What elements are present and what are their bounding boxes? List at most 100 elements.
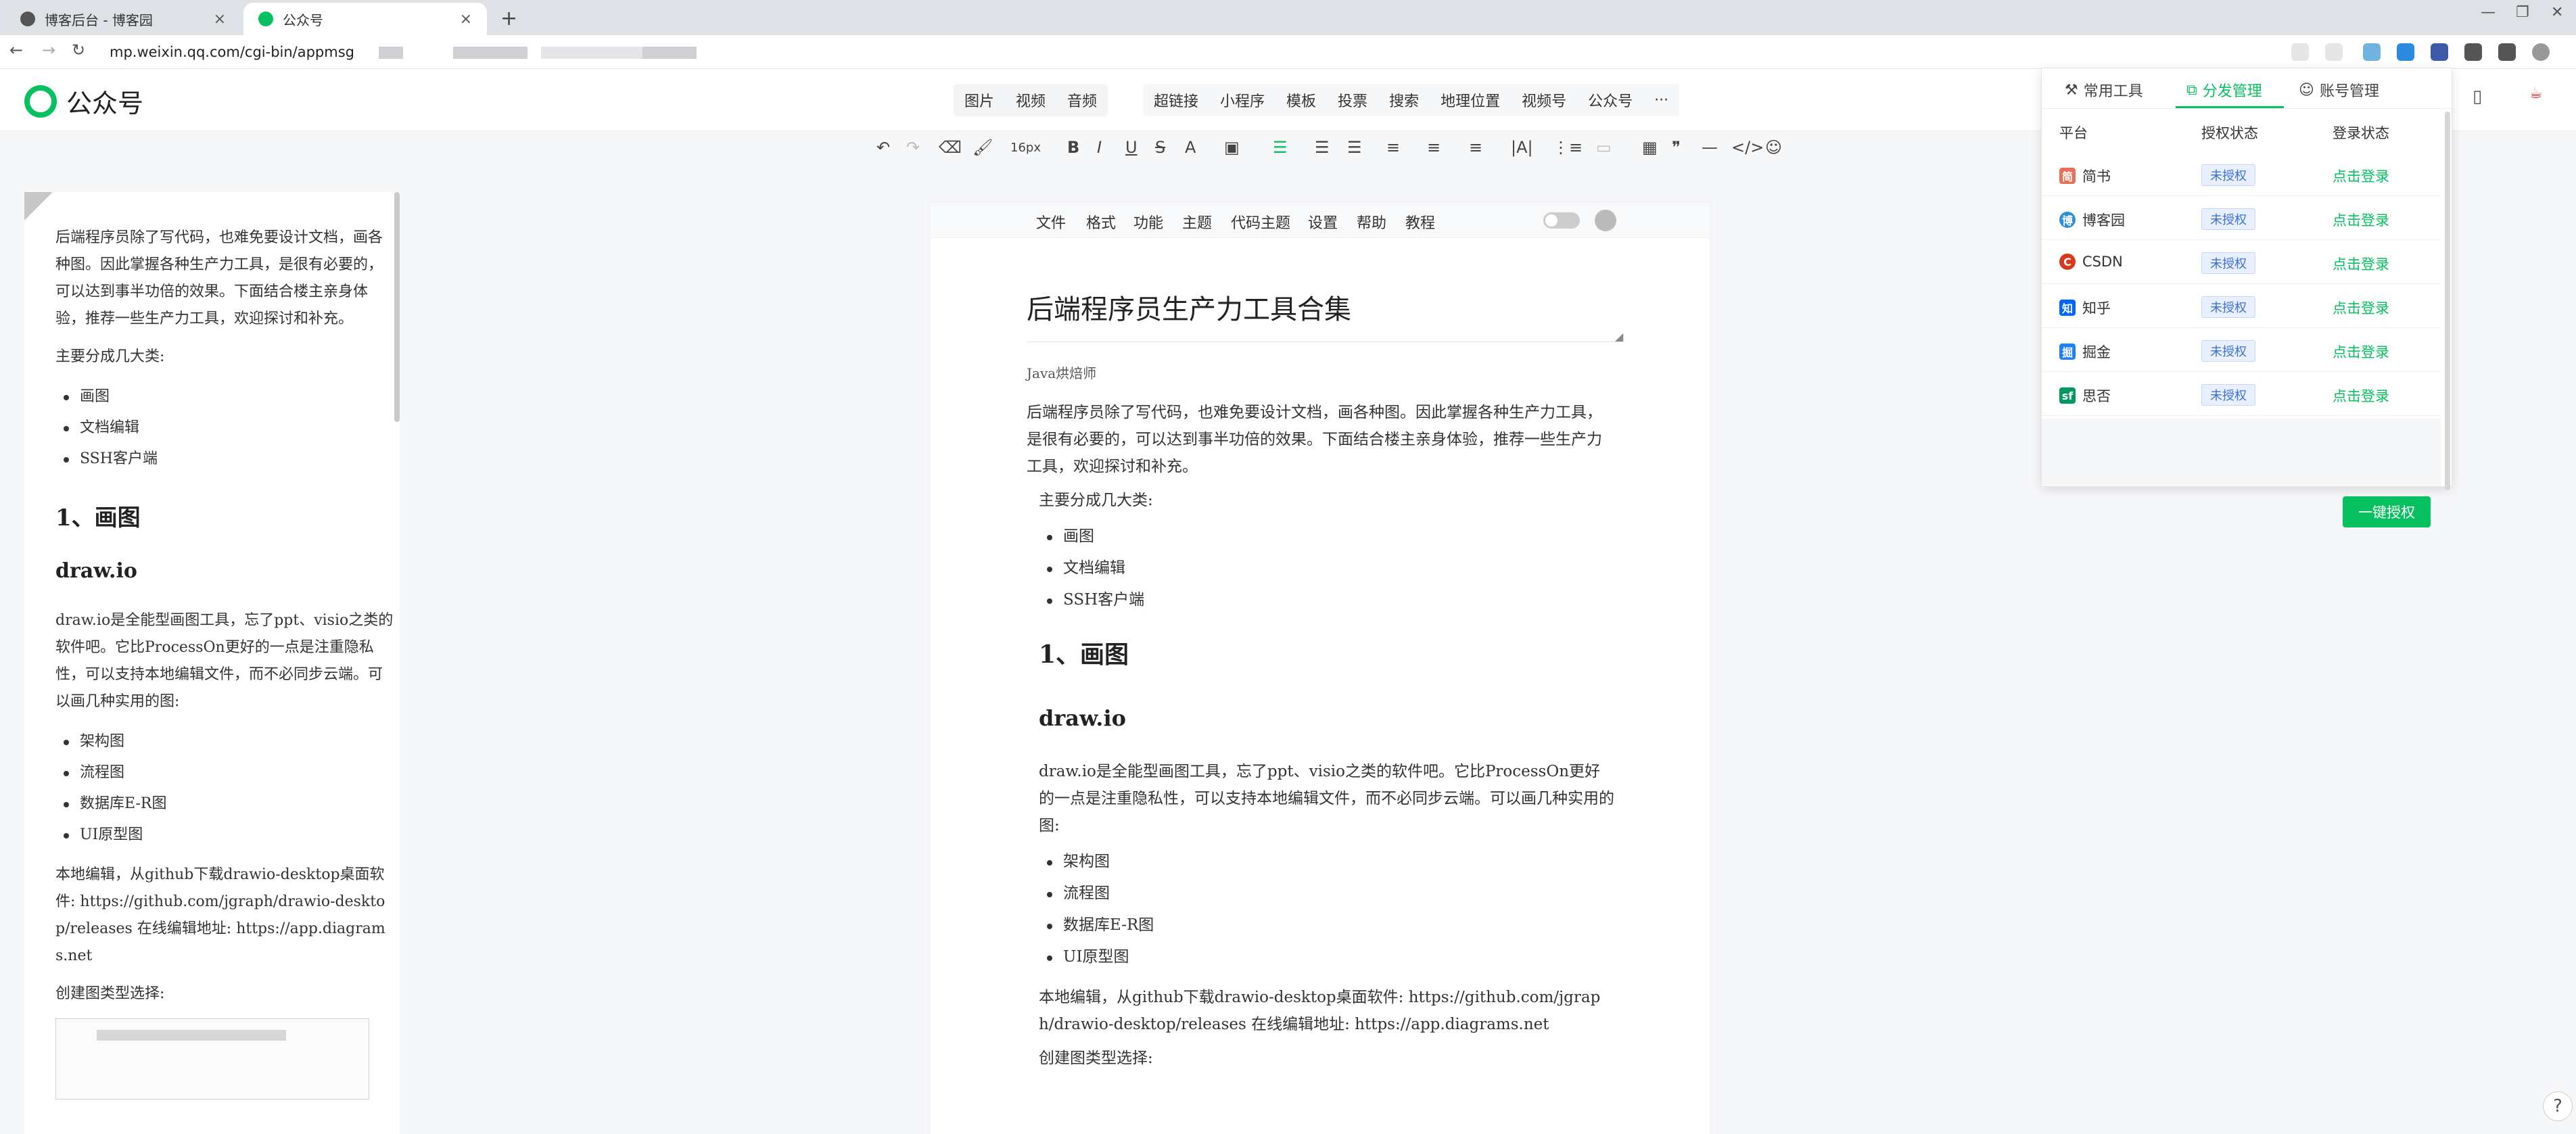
insert-miniprogram-button[interactable]: 小程序 — [1209, 89, 1275, 111]
line-height-icon[interactable]: ≡ — [1386, 138, 1400, 157]
insert-channels-button[interactable]: 视频号 — [1511, 89, 1577, 111]
author-field[interactable]: Java烘焙师 — [1027, 362, 1096, 382]
close-tab-icon[interactable]: × — [460, 11, 472, 28]
menu-help[interactable]: 帮助 — [1357, 211, 1386, 233]
profile-icon[interactable] — [2532, 43, 2550, 61]
insert-location-button[interactable]: 地理位置 — [1430, 89, 1511, 111]
extension-icon[interactable] — [2363, 43, 2381, 61]
menu-tutorial[interactable]: 教程 — [1405, 211, 1435, 233]
login-link[interactable]: 点击登录 — [2333, 254, 2389, 274]
minimize-icon[interactable]: — — [2481, 4, 2496, 21]
url-field[interactable]: mp.weixin.qq.com/cgi-bin/appmsg — [110, 39, 354, 65]
bookmark-star-icon[interactable] — [2325, 43, 2343, 61]
more-insert-button[interactable]: ··· — [1643, 92, 1679, 109]
platform-name: 博客园 — [2082, 212, 2125, 229]
list-item: 文档编辑 — [1039, 552, 1615, 584]
preview-categories-title: 主要分成几大类: — [55, 348, 165, 365]
login-link[interactable]: 点击登录 — [2333, 210, 2389, 230]
wrench-icon: ⚒ — [2065, 81, 2078, 99]
align-left-icon[interactable]: ☰ — [1273, 138, 1288, 157]
login-link[interactable]: 点击登录 — [2333, 298, 2389, 318]
one-click-authorize-button[interactable]: 一键授权 — [2343, 496, 2431, 527]
menu-function[interactable]: 功能 — [1133, 211, 1163, 233]
tab-common-tools[interactable]: ⚒ 常用工具 — [2065, 79, 2143, 101]
back-icon[interactable]: ← — [9, 41, 23, 60]
extensions-puzzle-icon[interactable] — [2464, 43, 2482, 61]
insert-account-button[interactable]: 公众号 — [1577, 89, 1643, 111]
undo-icon[interactable]: ↶ — [876, 138, 890, 157]
preview-intro: 后端程序员除了写代码，也难免要设计文档，画各种图。因此掌握各种生产力工具，是很有… — [55, 229, 383, 327]
java-icon[interactable]: ☕ — [2529, 85, 2543, 102]
tab-account[interactable]: ☺ 账号管理 — [2299, 79, 2379, 101]
tab-label: 分发管理 — [2202, 83, 2262, 100]
insert-audio-button[interactable]: 音频 — [1056, 89, 1108, 111]
new-tab-button[interactable]: + — [500, 7, 517, 30]
underline-icon[interactable]: U — [1125, 138, 1138, 157]
menu-file[interactable]: 文件 — [1036, 211, 1066, 233]
resize-handle-icon[interactable]: ◢ — [1615, 330, 1623, 343]
font-color-icon[interactable]: A — [1185, 138, 1196, 157]
help-icon[interactable]: ? — [2543, 1091, 2573, 1121]
avatar[interactable] — [1595, 210, 1616, 231]
platform-cell: 博博客园 — [2059, 210, 2125, 230]
align-center-icon[interactable]: ☰ — [1315, 138, 1330, 157]
login-link[interactable]: 点击登录 — [2333, 166, 2389, 186]
phone-preview-icon[interactable]: ▯ — [2473, 87, 2482, 107]
redo-icon[interactable]: ↷ — [906, 138, 920, 157]
insert-search-button[interactable]: 搜索 — [1378, 89, 1430, 111]
letter-spacing-icon[interactable]: |A| — [1511, 138, 1533, 157]
preview-scrollbar[interactable] — [394, 192, 400, 422]
close-window-icon[interactable]: ✕ — [2551, 4, 2563, 21]
close-tab-icon[interactable]: × — [214, 11, 226, 28]
background-color-icon[interactable]: ▣ — [1224, 138, 1240, 157]
list-indent-icon[interactable]: ≡ — [1469, 138, 1482, 157]
table-icon[interactable]: ▦ — [1642, 138, 1658, 157]
redacted-area — [642, 47, 697, 59]
format-painter-icon[interactable]: 🖌 — [973, 138, 993, 157]
insert-template-button[interactable]: 模板 — [1275, 89, 1327, 111]
insert-link-button[interactable]: 超链接 — [1143, 89, 1209, 111]
article-title-input[interactable]: 后端程序员生产力工具合集 — [1027, 287, 1635, 327]
bold-icon[interactable]: B — [1067, 138, 1079, 157]
menu-settings[interactable]: 设置 — [1308, 211, 1338, 233]
theme-toggle[interactable] — [1543, 212, 1580, 229]
divider-icon[interactable]: — — [1702, 138, 1718, 157]
forward-icon[interactable]: → — [42, 41, 55, 60]
editor-body[interactable]: 后端程序员除了写代码，也难免要设计文档，画各种图。因此掌握各种生产力工具，是很有… — [1027, 399, 1615, 1079]
paragraph-spacing-icon[interactable]: ≡ — [1427, 138, 1441, 157]
side-panel-icon[interactable] — [2498, 43, 2516, 61]
preview-panel[interactable]: 后端程序员除了写代码，也难免要设计文档，画各种图。因此掌握各种生产力工具，是很有… — [24, 192, 400, 1134]
list-item: 架构图 — [1039, 846, 1615, 878]
menu-format[interactable]: 格式 — [1086, 211, 1116, 233]
reload-icon[interactable]: ↻ — [72, 41, 85, 60]
indent-icon[interactable]: ☰ — [1347, 138, 1362, 157]
preview-download: 本地编辑，从github下载drawio-desktop桌面软件: https:… — [55, 866, 385, 964]
tab-distribution[interactable]: ⧉ 分发管理 — [2176, 79, 2284, 108]
clear-format-icon[interactable]: ⌫ — [939, 138, 962, 157]
emoji-icon[interactable]: ☺ — [1765, 138, 1782, 157]
menu-theme[interactable]: 主题 — [1182, 211, 1212, 233]
insert-vote-button[interactable]: 投票 — [1327, 89, 1378, 111]
strikethrough-icon[interactable]: S — [1155, 138, 1165, 157]
share-icon[interactable] — [2291, 43, 2309, 61]
italic-icon[interactable]: I — [1097, 138, 1102, 157]
login-link[interactable]: 点击登录 — [2333, 341, 2389, 362]
bullet-list-icon[interactable]: ⋮≡ — [1553, 138, 1583, 157]
login-link[interactable]: 点击登录 — [2333, 385, 2389, 406]
border-icon[interactable]: ▭ — [1596, 138, 1612, 157]
quote-icon[interactable]: ❞ — [1672, 138, 1681, 157]
menu-code-theme[interactable]: 代码主题 — [1231, 211, 1290, 233]
app-logo[interactable]: 公众号 — [24, 82, 143, 120]
code-icon[interactable]: </> — [1731, 138, 1764, 157]
insert-video-button[interactable]: 视频 — [1005, 89, 1056, 111]
browser-tab-wechat[interactable]: 公众号 × — [243, 3, 487, 35]
font-size-select[interactable]: 16px — [1010, 141, 1041, 155]
browser-tab-cnblogs[interactable]: 博客后台 - 博客园 × — [5, 3, 241, 35]
popup-scrollbar[interactable] — [2445, 112, 2450, 490]
publish-extension-icon[interactable] — [2431, 43, 2448, 61]
maximize-icon[interactable]: ❐ — [2516, 4, 2529, 21]
download-extension-icon[interactable] — [2397, 43, 2414, 61]
insert-image-button[interactable]: 图片 — [954, 89, 1005, 111]
list-item: 数据库E-R图 — [55, 788, 394, 820]
list-item: SSH客户端 — [55, 444, 394, 475]
